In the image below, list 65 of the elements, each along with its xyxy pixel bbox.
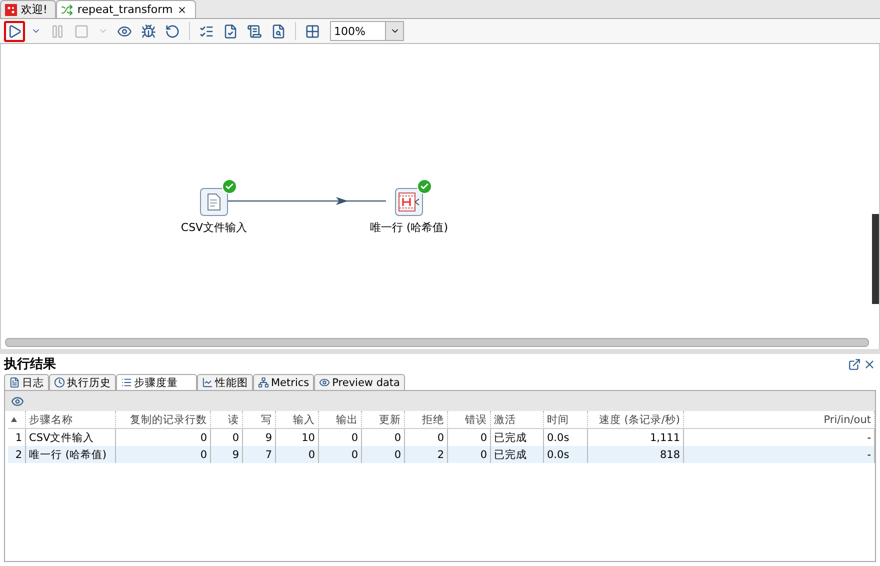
panel-title: 执行结果	[4, 356, 56, 373]
tab-label: 性能图	[215, 376, 248, 390]
bug-icon	[141, 24, 156, 38]
result-tab[interactable]: Metrics	[253, 374, 314, 390]
close-icon[interactable]	[176, 4, 187, 14]
table-cell: 唯一行 (哈希值)	[26, 446, 116, 463]
editor-tab[interactable]: repeat_transform	[56, 0, 196, 18]
sort-icon[interactable]	[11, 417, 17, 422]
document-check-icon	[223, 24, 238, 38]
result-tab[interactable]: 执行历史	[49, 374, 116, 390]
table-cell: 2	[405, 446, 448, 463]
preview-icon[interactable]	[11, 394, 24, 408]
close-icon[interactable]	[863, 358, 876, 370]
chart-icon	[202, 377, 213, 388]
tab-label: 欢迎!	[21, 2, 48, 17]
table-cell: 9	[211, 446, 243, 463]
grid-icon	[305, 24, 320, 38]
table-cell: 0	[319, 446, 362, 463]
table-cell: 0	[448, 446, 491, 463]
transform-icon	[61, 4, 74, 16]
result-tab[interactable]: 步骤度量	[116, 374, 197, 390]
result-tab[interactable]: 日志	[4, 374, 49, 390]
logo-icon	[5, 4, 17, 16]
table-cell: -	[684, 446, 875, 463]
step-node[interactable]	[395, 188, 423, 216]
side-handle[interactable]	[872, 214, 879, 304]
step-label: CSV文件输入	[180, 220, 248, 235]
tab-label: Preview data	[332, 376, 400, 388]
tab-label: Metrics	[271, 376, 310, 388]
history-icon	[54, 377, 65, 388]
row-number: 2	[8, 446, 26, 463]
replay-icon	[165, 24, 180, 38]
table-cell: 0	[276, 446, 319, 463]
table-cell: 0	[362, 446, 405, 463]
filter-icon	[398, 192, 420, 212]
zoom-combo[interactable]: 100%	[330, 21, 404, 41]
stop-icon	[74, 24, 89, 38]
table-cell: 0	[116, 446, 211, 463]
scrollbar[interactable]	[5, 338, 869, 347]
log-icon	[9, 377, 20, 388]
editor-tab[interactable]: 欢迎!	[0, 0, 56, 18]
tab-label: 执行历史	[67, 376, 111, 390]
table-cell: 0.0s	[544, 446, 588, 463]
tab-label: 步骤度量	[134, 376, 178, 390]
result-tab[interactable]: Preview data	[314, 374, 405, 390]
eye-icon	[117, 24, 132, 38]
result-tab[interactable]: 性能图	[197, 374, 253, 390]
tab-label: repeat_transform	[77, 3, 173, 16]
table-cell: 818	[588, 446, 684, 463]
pause-icon	[50, 24, 65, 38]
scroll-icon	[247, 24, 262, 38]
detach-icon[interactable]	[848, 358, 861, 370]
document-icon	[206, 193, 222, 211]
table-cell: 已完成	[491, 446, 544, 463]
checklist-icon	[199, 24, 214, 38]
tree-icon	[258, 377, 269, 388]
step-node[interactable]	[200, 188, 228, 216]
eye-icon	[319, 377, 330, 388]
step-label: 唯一行 (哈希值)	[370, 220, 448, 235]
play-icon	[7, 24, 22, 38]
table-cell: 7	[243, 446, 276, 463]
tab-label: 日志	[22, 376, 44, 390]
document-search-icon	[271, 24, 286, 38]
metrics-icon	[121, 377, 132, 388]
run-button[interactable]	[4, 20, 25, 42]
